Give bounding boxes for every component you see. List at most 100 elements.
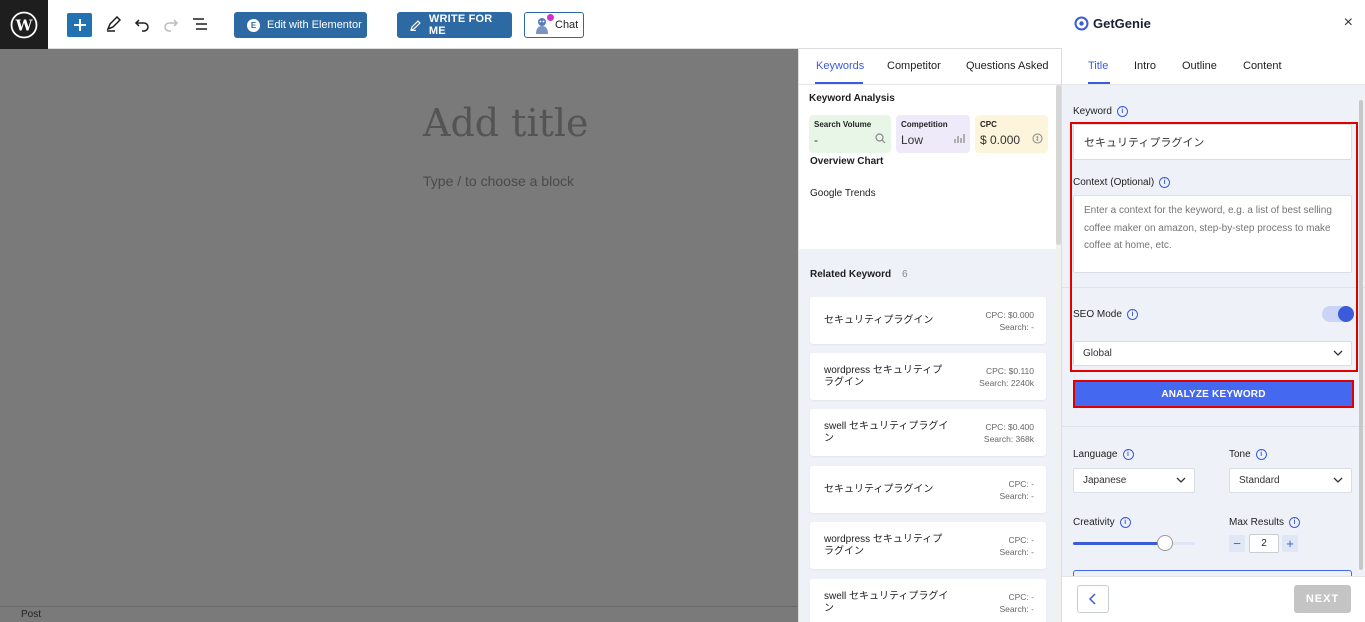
info-icon[interactable]: i — [1122, 449, 1134, 460]
back-button[interactable] — [1077, 585, 1109, 613]
tab-competitor[interactable]: Competitor — [887, 60, 941, 72]
related-keyword-cpc: CPC: - — [1008, 534, 1035, 545]
tab-keywords[interactable]: Keywords — [816, 60, 864, 72]
elementor-button-label: Edit with Elementor — [267, 19, 362, 31]
related-keyword-name: wordpress セキュリティプラグイン — [824, 364, 943, 388]
related-keyword-card[interactable]: wordpress セキュリティプラグイン CPC: - Search: - — [810, 522, 1046, 569]
post-title-input[interactable]: Add title — [423, 101, 589, 145]
related-keyword-name: セキュリティプラグイン — [824, 483, 934, 495]
google-trends-link[interactable]: Google Trends — [810, 188, 876, 199]
max-results-value[interactable]: 2 — [1249, 534, 1279, 553]
chat-button[interactable]: Chat — [524, 12, 584, 38]
coin-icon — [1032, 133, 1043, 147]
genie-tabs: Title Intro Outline Content — [1062, 49, 1365, 85]
related-keyword-name: swell セキュリティプラグイン — [824, 590, 949, 614]
tab-content[interactable]: Content — [1243, 60, 1282, 72]
chat-button-label: Chat — [555, 19, 579, 31]
creativity-label-text: Creativity — [1073, 517, 1115, 528]
decrement-button[interactable]: − — [1229, 535, 1245, 552]
info-icon[interactable]: i — [1119, 517, 1131, 528]
block-breadcrumb[interactable]: Post — [0, 606, 798, 622]
close-icon[interactable]: × — [1344, 14, 1353, 32]
scrollbar-thumb[interactable] — [1056, 85, 1061, 245]
info-icon[interactable]: i — [1289, 517, 1301, 528]
related-keyword-card[interactable]: セキュリティプラグイン CPC: $0.000 Search: - — [810, 297, 1046, 344]
info-icon[interactable]: i — [1116, 106, 1128, 117]
related-keyword-card[interactable]: swell セキュリティプラグイン CPC: $0.400 Search: 36… — [810, 409, 1046, 456]
related-keyword-search: Search: - — [999, 490, 1035, 501]
genie-bot-icon — [533, 14, 554, 35]
next-button[interactable]: NEXT — [1294, 585, 1351, 613]
undo-icon[interactable] — [132, 14, 152, 34]
section-divider — [1062, 426, 1365, 427]
related-keyword-cpc: CPC: - — [1008, 478, 1035, 489]
tab-intro[interactable]: Intro — [1134, 60, 1156, 72]
keyword-analysis-heading: Keyword Analysis — [809, 93, 895, 104]
keyword-tabs: Keywords Competitor Questions Asked — [799, 49, 1061, 85]
max-results-label-text: Max Results — [1229, 517, 1285, 528]
related-keyword-stats: CPC: $0.110 Search: 2240k — [979, 365, 1034, 389]
edit-tools-icon[interactable] — [103, 14, 123, 34]
related-keyword-cpc: CPC: $0.000 — [985, 309, 1034, 320]
svg-text:W: W — [15, 16, 34, 34]
analyze-keyword-button[interactable]: ANALYZE KEYWORD — [1073, 380, 1354, 408]
creativity-label: Creativity i — [1073, 517, 1131, 528]
tab-questions-asked[interactable]: Questions Asked — [966, 60, 1049, 72]
bar-chart-icon — [954, 133, 965, 147]
tone-value: Standard — [1239, 475, 1280, 486]
tone-select[interactable]: Standard — [1229, 468, 1352, 493]
related-keyword-stats: CPC: - Search: - — [1000, 591, 1035, 615]
block-appender[interactable]: Type / to choose a block — [423, 173, 574, 189]
related-keyword-name: swell セキュリティプラグイン — [824, 420, 949, 444]
redo-icon[interactable] — [161, 14, 181, 34]
competition-label: Competition — [901, 120, 948, 129]
increment-button[interactable]: + — [1282, 535, 1298, 552]
search-volume-label: Search Volume — [814, 120, 872, 129]
creativity-slider[interactable] — [1073, 535, 1195, 551]
related-keyword-search: Search: 2240k — [979, 377, 1034, 388]
add-block-button[interactable] — [67, 13, 92, 37]
related-keyword-card[interactable]: swell セキュリティプラグイン CPC: - Search: - — [810, 579, 1046, 622]
keyword-research-panel: Keywords Competitor Questions Asked Keyw… — [798, 49, 1062, 622]
tone-label-text: Tone — [1229, 449, 1251, 460]
related-keyword-heading: Related Keyword — [810, 269, 892, 280]
active-tab-indicator — [815, 82, 863, 84]
related-keyword-search: Search: - — [999, 546, 1035, 557]
max-results-label: Max Results i — [1229, 517, 1301, 528]
tone-label: Tone i — [1229, 449, 1267, 460]
pencil-icon — [410, 19, 421, 31]
getgenie-logo: GetGenie — [1074, 16, 1151, 31]
editor-canvas: Add title Type / to choose a block — [0, 49, 798, 622]
edit-with-elementor-button[interactable]: E Edit with Elementor — [234, 12, 367, 38]
write-for-me-button[interactable]: WRITE FOR ME — [397, 12, 512, 38]
active-tab-indicator — [1088, 82, 1110, 84]
related-keyword-name: セキュリティプラグイン — [824, 314, 934, 326]
related-keyword-name: wordpress セキュリティプラグイン — [824, 533, 943, 557]
related-keyword-cpc: CPC: - — [1008, 591, 1035, 602]
search-volume-card: Search Volume - — [809, 115, 891, 153]
related-keyword-stats: CPC: - Search: - — [1000, 534, 1035, 558]
related-keyword-card[interactable]: セキュリティプラグイン CPC: - Search: - — [810, 466, 1046, 513]
tab-outline[interactable]: Outline — [1182, 60, 1217, 72]
related-keyword-cpc: CPC: $0.110 — [985, 365, 1034, 376]
related-keyword-search: Search: 368k — [983, 433, 1034, 444]
related-keyword-card[interactable]: wordpress セキュリティプラグイン CPC: $0.110 Search… — [810, 353, 1046, 400]
keyword-field-label: Keyword i — [1073, 106, 1128, 117]
genie-panel-scrollbar[interactable] — [1359, 100, 1363, 570]
wordpress-logo-icon[interactable]: W — [0, 0, 48, 49]
slider-handle[interactable] — [1156, 535, 1173, 551]
keyword-panel-scrollbar[interactable] — [1056, 85, 1061, 622]
language-select[interactable]: Japanese — [1073, 468, 1195, 493]
info-icon[interactable]: i — [1255, 449, 1267, 460]
related-keyword-count: 6 — [902, 269, 908, 280]
tab-title[interactable]: Title — [1088, 60, 1108, 72]
language-value: Japanese — [1083, 475, 1127, 486]
document-overview-icon[interactable] — [190, 14, 210, 34]
cpc-label: CPC — [980, 120, 997, 129]
language-label-text: Language — [1073, 449, 1118, 460]
genie-lamp-icon — [1074, 16, 1089, 31]
competition-card: Competition Low — [896, 115, 970, 153]
related-keyword-stats: CPC: - Search: - — [1000, 478, 1035, 502]
related-keyword-stats: CPC: $0.400 Search: 368k — [984, 421, 1034, 445]
getgenie-brand: GetGenie — [1093, 16, 1151, 31]
